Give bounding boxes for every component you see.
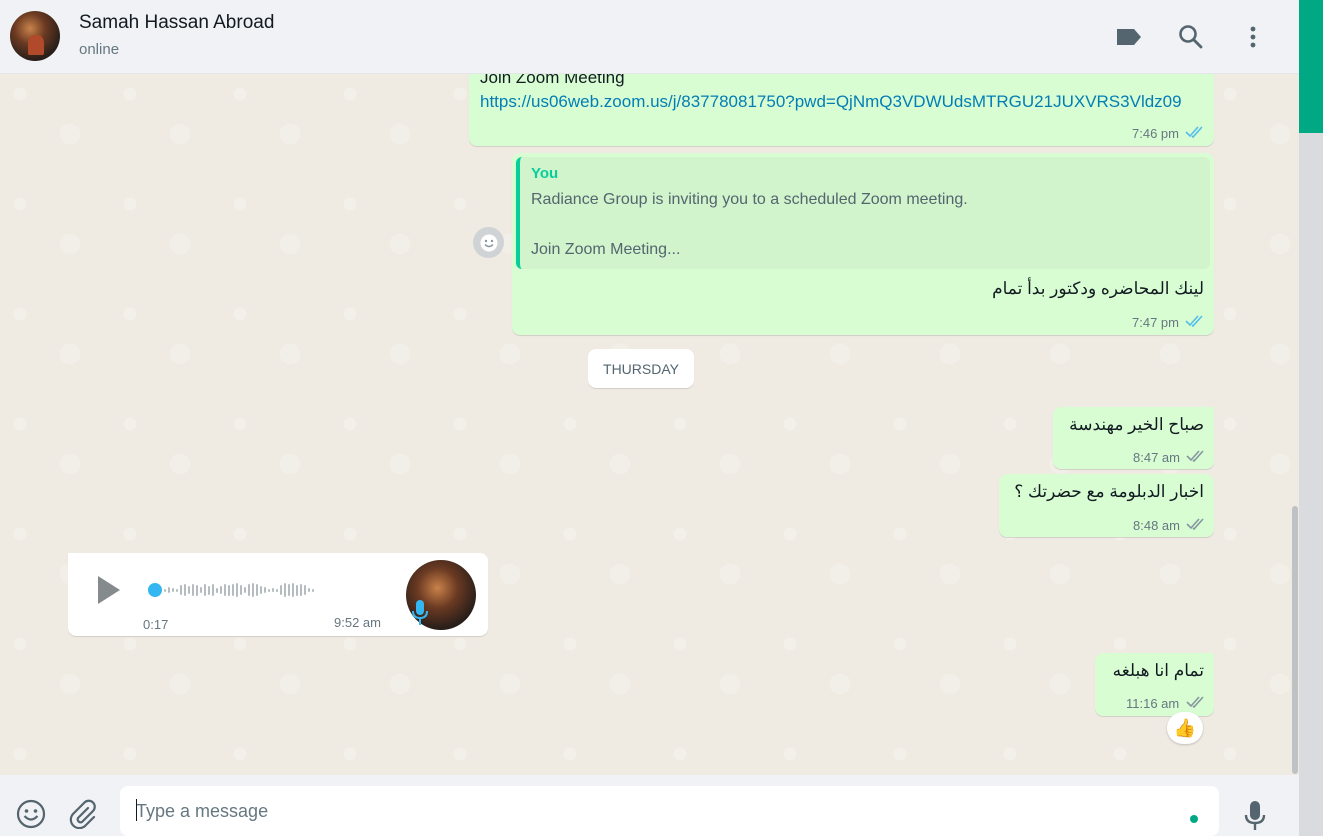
quoted-message[interactable]: You Radiance Group is inviting you to a …	[516, 157, 1210, 269]
message-text: Join Zoom Meeting	[480, 74, 625, 87]
read-ticks-icon	[1185, 126, 1203, 138]
chat-header: Samah Hassan Abroad online	[0, 0, 1299, 74]
text-caret	[136, 799, 137, 821]
attach-icon[interactable]	[65, 797, 99, 831]
message-time: 9:52 am	[334, 615, 381, 630]
quoted-text: Join Zoom Meeting...	[531, 241, 681, 258]
message-text: صباح الخير مهندسة	[1069, 415, 1204, 434]
window-scrollbar-thumb[interactable]	[1299, 0, 1323, 133]
message-time: 7:47 pm	[1132, 315, 1179, 330]
day-divider: THURSDAY	[588, 349, 694, 388]
quoted-author: You	[531, 165, 559, 182]
message-bubble[interactable]: تمام انا هبلغه 11:16 am	[1095, 653, 1214, 716]
search-icon[interactable]	[1176, 22, 1206, 52]
voice-duration: 0:17	[143, 617, 169, 632]
read-ticks-icon	[1185, 315, 1203, 327]
contact-status: online	[79, 41, 120, 58]
microphone-icon[interactable]	[1238, 799, 1272, 833]
message-bubble[interactable]: اخبار الدبلومة مع حضرتك ؟ 8:48 am	[999, 474, 1214, 537]
message-text: تمام انا هبلغه	[1112, 661, 1204, 680]
chat-scrollbar[interactable]	[1292, 506, 1298, 774]
message-bubble[interactable]: Join Zoom Meeting https://us06web.zoom.u…	[469, 74, 1214, 146]
quoted-text: Radiance Group is inviting you to a sche…	[531, 191, 968, 208]
message-bubble[interactable]: You Radiance Group is inviting you to a …	[512, 153, 1214, 335]
message-time: 7:46 pm	[1132, 126, 1179, 141]
message-text: لينك المحاضره ودكتور بدأ تمام	[992, 279, 1204, 298]
message-link[interactable]: https://us06web.zoom.us/j/83778081750?pw…	[480, 92, 1182, 112]
reaction-smiley-icon[interactable]	[473, 227, 504, 258]
voice-waveform[interactable]	[164, 581, 314, 599]
voice-message-bubble[interactable]: 0:17 9:52 am	[68, 553, 488, 636]
delivered-ticks-icon	[1186, 518, 1204, 530]
message-bubble[interactable]: صباح الخير مهندسة 8:47 am	[1053, 407, 1214, 469]
menu-icon[interactable]	[1238, 22, 1268, 52]
message-reaction[interactable]: 👍	[1167, 712, 1203, 744]
message-time: 11:16 am	[1126, 696, 1180, 711]
window-edge-panel	[1299, 0, 1323, 836]
message-time: 8:48 am	[1133, 518, 1180, 533]
emoji-icon[interactable]	[14, 797, 48, 831]
contact-avatar[interactable]	[10, 11, 60, 61]
message-text: اخبار الدبلومة مع حضرتك ؟	[1014, 482, 1204, 501]
message-time: 8:47 am	[1133, 450, 1180, 465]
chat-area[interactable]: Join Zoom Meeting https://us06web.zoom.u…	[0, 74, 1299, 775]
delivered-ticks-icon	[1186, 696, 1204, 708]
compose-bar	[0, 775, 1299, 836]
input-status-dot	[1190, 815, 1198, 823]
delivered-ticks-icon	[1186, 450, 1204, 462]
message-input[interactable]	[120, 786, 1219, 836]
voice-progress-handle[interactable]	[148, 583, 162, 597]
play-icon[interactable]	[96, 575, 122, 605]
contact-name[interactable]: Samah Hassan Abroad	[79, 12, 274, 34]
label-icon[interactable]	[1114, 22, 1144, 52]
microphone-icon	[412, 600, 428, 625]
